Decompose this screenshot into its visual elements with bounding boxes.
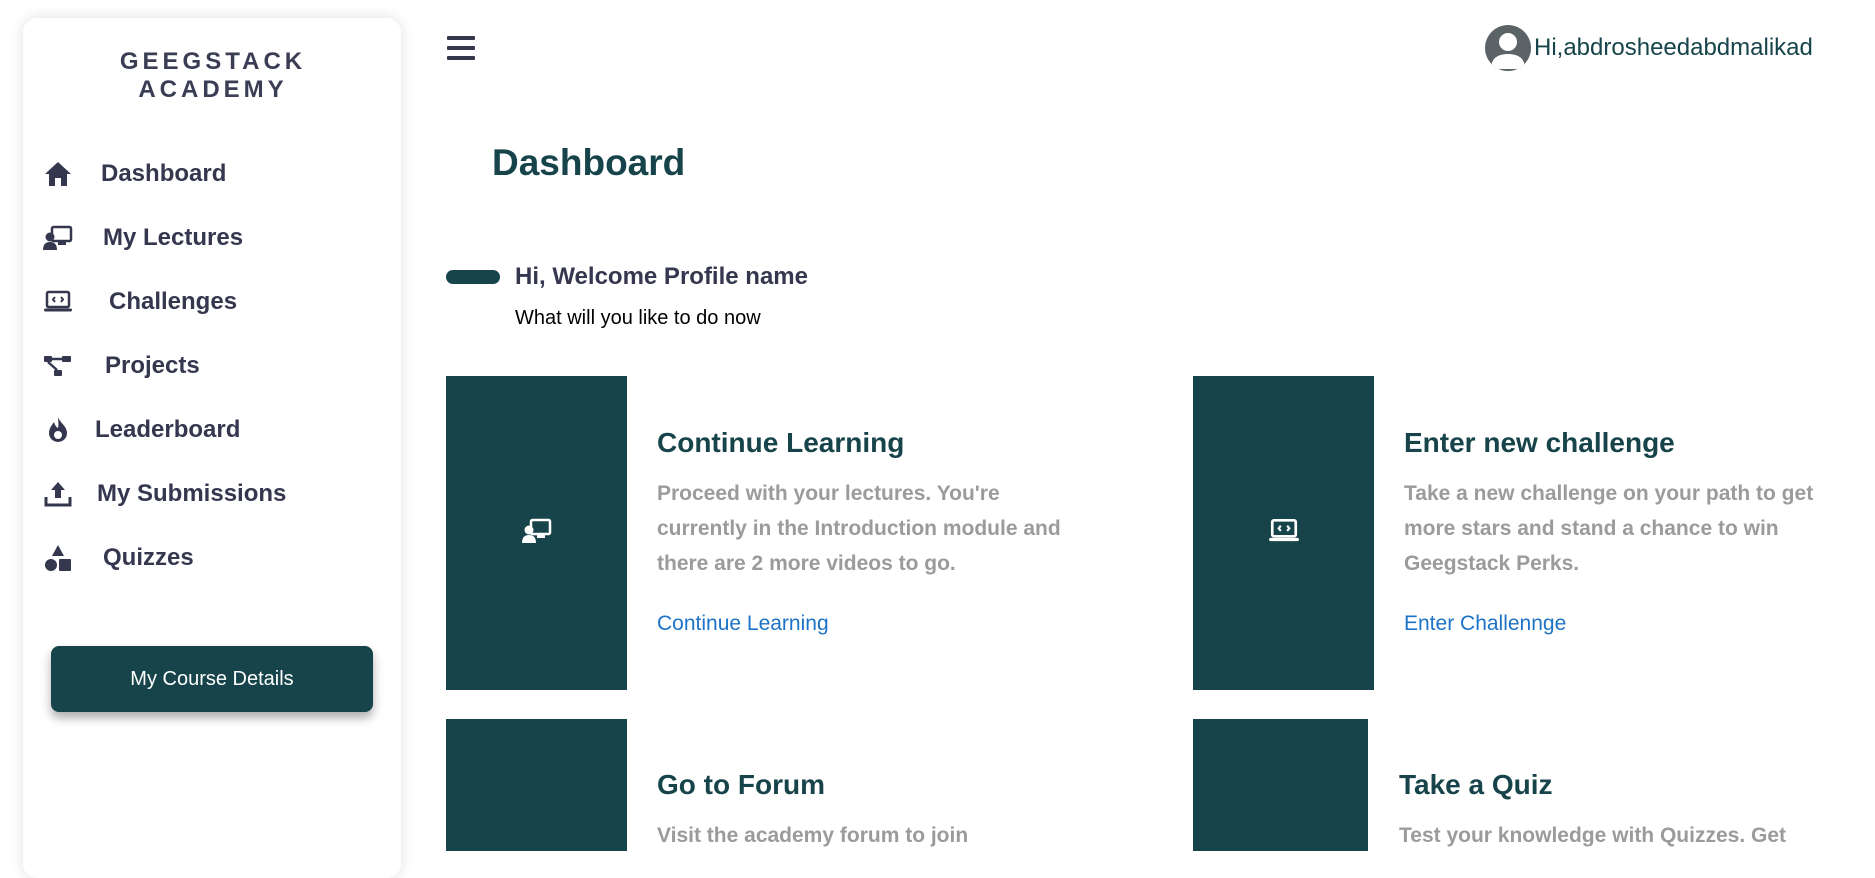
- user-avatar-icon: [1485, 25, 1531, 71]
- card-title: Enter new challenge: [1404, 427, 1675, 458]
- card-description: Visit the academy forum to join: [657, 824, 969, 847]
- welcome-accent-bar: [446, 270, 500, 284]
- sidebar-item-label: My Lectures: [103, 224, 244, 251]
- lecture-icon: [521, 518, 553, 549]
- sidebar-item-label: Challenges: [109, 288, 238, 315]
- sidebar-item-quizzes[interactable]: Quizzes: [43, 538, 194, 578]
- laptop-code-icon: [1268, 518, 1300, 549]
- fire-icon: [43, 415, 73, 445]
- sidebar-item-challenges[interactable]: Challenges: [43, 282, 237, 322]
- welcome-heading: Hi, Welcome Profile name: [515, 263, 808, 290]
- sidebar-item-my-lectures[interactable]: My Lectures: [43, 218, 243, 258]
- continue-learning-card-image: [446, 376, 627, 690]
- quiz-card-image: [1193, 719, 1368, 851]
- sidebar-item-label: Dashboard: [101, 160, 227, 187]
- card-title: Continue Learning: [657, 427, 905, 458]
- continue-learning-link[interactable]: Continue Learning: [657, 612, 829, 636]
- laptop-code-icon: [43, 287, 73, 317]
- lecture-icon: [43, 223, 73, 253]
- sidebar-item-my-submissions[interactable]: My Submissions: [43, 474, 286, 514]
- brand-name: GEEGSTACK ACADEMY: [119, 48, 307, 103]
- sidebar-item-projects[interactable]: Projects: [43, 346, 200, 386]
- card-description: Test your knowledge with Quizzes. Get: [1399, 824, 1787, 847]
- upload-icon: [43, 479, 73, 509]
- my-course-details-button[interactable]: My Course Details: [51, 646, 373, 712]
- card-description: Proceed with your lectures. You're curre…: [657, 482, 1061, 575]
- card-description: Take a new challenge on your path to get…: [1404, 482, 1814, 575]
- enter-challenge-link[interactable]: Enter Challennge: [1404, 612, 1566, 636]
- menu-icon[interactable]: [447, 36, 475, 62]
- shapes-icon: [43, 543, 73, 573]
- card-title: Take a Quiz: [1399, 769, 1553, 800]
- sidebar-item-label: Quizzes: [103, 544, 194, 571]
- sidebar-item-leaderboard[interactable]: Leaderboard: [43, 410, 240, 450]
- user-profile[interactable]: Hi,abdrosheedabdmalikad: [1485, 25, 1813, 71]
- project-nodes-icon: [43, 351, 73, 381]
- home-icon: [43, 159, 73, 189]
- sidebar-item-dashboard[interactable]: Dashboard: [43, 154, 226, 194]
- sidebar-item-label: My Submissions: [97, 480, 287, 507]
- sidebar: GEEGSTACK ACADEMY Dashboard My Lectures …: [23, 18, 401, 878]
- user-greeting: Hi,abdrosheedabdmalikad: [1534, 34, 1813, 61]
- page-title: Dashboard: [492, 142, 686, 183]
- new-challenge-card-image: [1193, 376, 1374, 690]
- forum-card-image: [446, 719, 627, 851]
- card-title: Go to Forum: [657, 769, 825, 800]
- sidebar-item-label: Leaderboard: [95, 416, 241, 443]
- sidebar-item-label: Projects: [105, 352, 200, 379]
- welcome-subtitle: What will you like to do now: [515, 307, 761, 329]
